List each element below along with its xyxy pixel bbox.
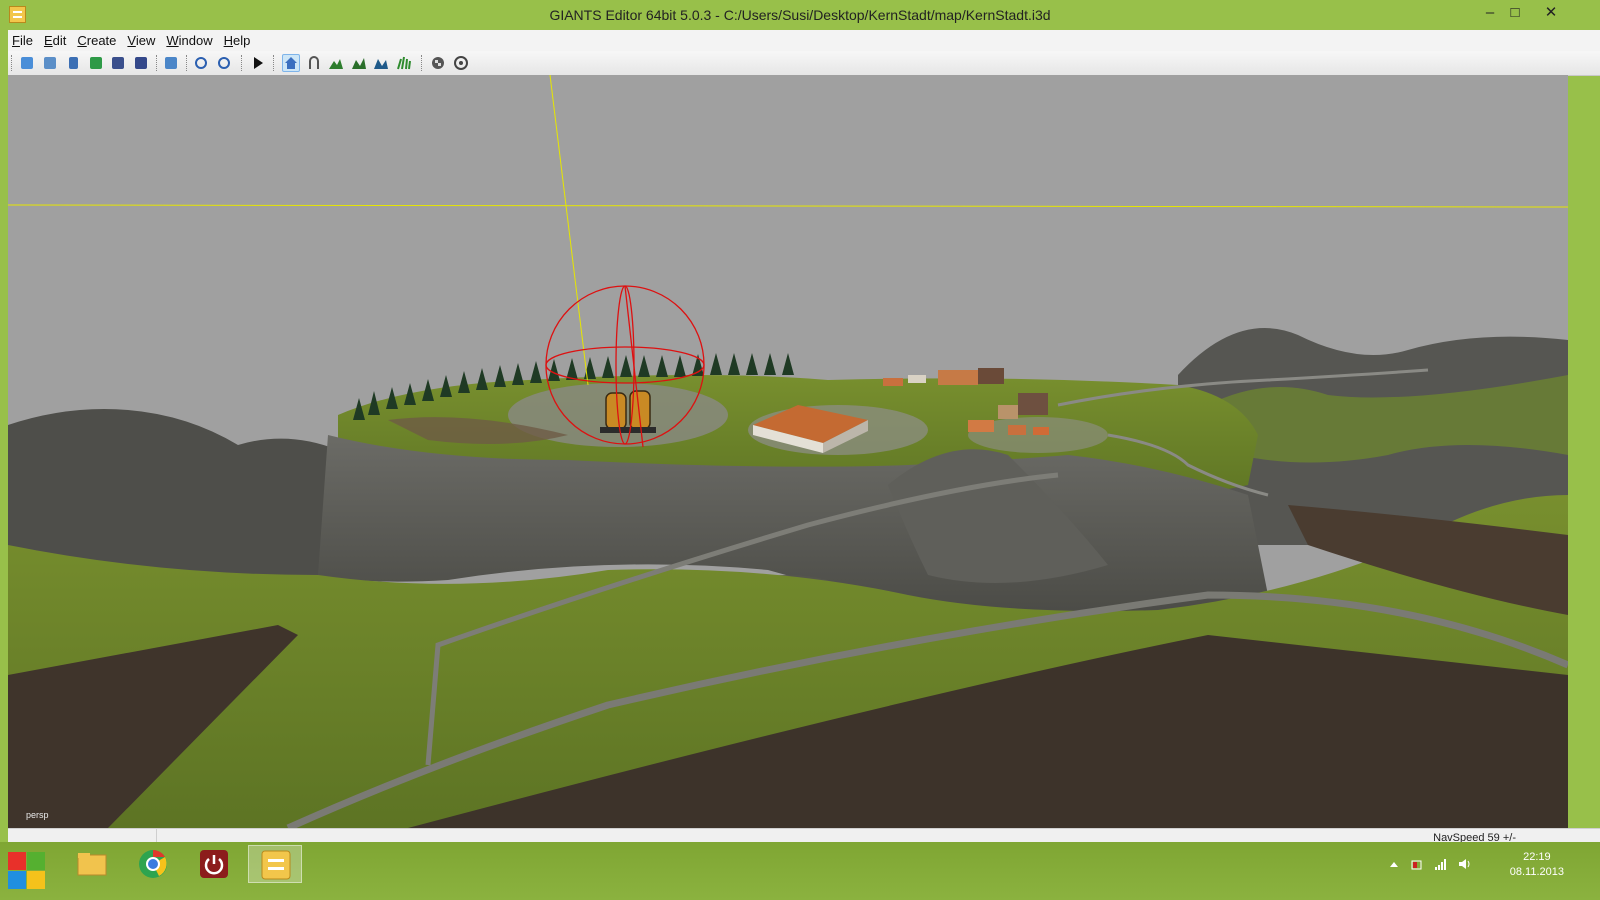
maximize-button[interactable]: □ [1500,2,1530,24]
chrome-icon[interactable] [126,845,180,883]
toolbar-separator [421,55,424,71]
toolbar-separator [156,55,159,71]
foliage-paint-icon[interactable] [372,54,390,72]
window-title: GIANTS Editor 64bit 5.0.3 - C:/Users/Sus… [549,7,1051,23]
checker-icon[interactable] [429,54,447,72]
toolbar [8,51,1600,76]
menu-bar: File Edit Create View Window Help [8,30,1600,51]
undo-icon[interactable] [192,54,210,72]
toolbar-grip[interactable] [11,55,14,71]
menu-create[interactable]: Create [73,30,120,48]
toolbar-separator [273,55,276,71]
refresh-icon[interactable] [87,54,105,72]
camera-label: persp [26,810,49,820]
import-icon[interactable] [162,54,180,72]
3d-viewport[interactable]: persp [8,75,1568,828]
menu-view[interactable]: View [123,30,159,48]
power-app-icon[interactable] [187,845,241,883]
clock-date: 08.11.2013 [1509,866,1564,878]
system-clock[interactable]: 22:19 08.11.2013 [1510,850,1564,880]
toolbar-separator [186,55,189,71]
open-icon[interactable] [41,54,59,72]
save-icon[interactable] [109,54,127,72]
redo-icon[interactable] [215,54,233,72]
file-explorer-icon[interactable] [65,845,119,883]
home-select-icon[interactable] [282,54,300,72]
terrain-sculpt-icon[interactable] [327,54,345,72]
giants-editor-taskbar-icon[interactable] [248,845,302,883]
taskbar: 22:19 08.11.2013 [0,842,1600,900]
toolbar-separator [241,55,244,71]
battery-icon[interactable] [1410,857,1424,871]
clock-time: 22:19 [1523,851,1551,863]
menu-edit[interactable]: Edit [40,30,70,48]
save-all-icon[interactable] [132,54,150,72]
terrain-scene[interactable] [8,75,1568,828]
menu-file[interactable]: File [8,30,37,48]
magnet-icon[interactable] [305,54,323,72]
grass-paint-icon[interactable] [395,54,413,72]
menu-help[interactable]: Help [220,30,255,48]
close-button[interactable]: ✕ [1536,2,1566,24]
new-scene-icon[interactable] [18,54,36,72]
settings-icon[interactable] [452,54,470,72]
editor-window: GIANTS Editor 64bit 5.0.3 - C:/Users/Sus… [0,0,1600,861]
menu-window[interactable]: Window [162,30,216,48]
title-bar[interactable]: GIANTS Editor 64bit 5.0.3 - C:/Users/Sus… [0,0,1600,30]
windows-start-icon[interactable] [6,848,46,889]
show-hidden-icons-icon[interactable] [1387,857,1401,871]
network-signal-icon[interactable] [1434,857,1448,871]
list-icon[interactable] [64,54,82,72]
volume-icon[interactable] [1457,857,1471,871]
play-icon[interactable] [249,54,267,72]
terrain-paint-icon[interactable] [350,54,368,72]
